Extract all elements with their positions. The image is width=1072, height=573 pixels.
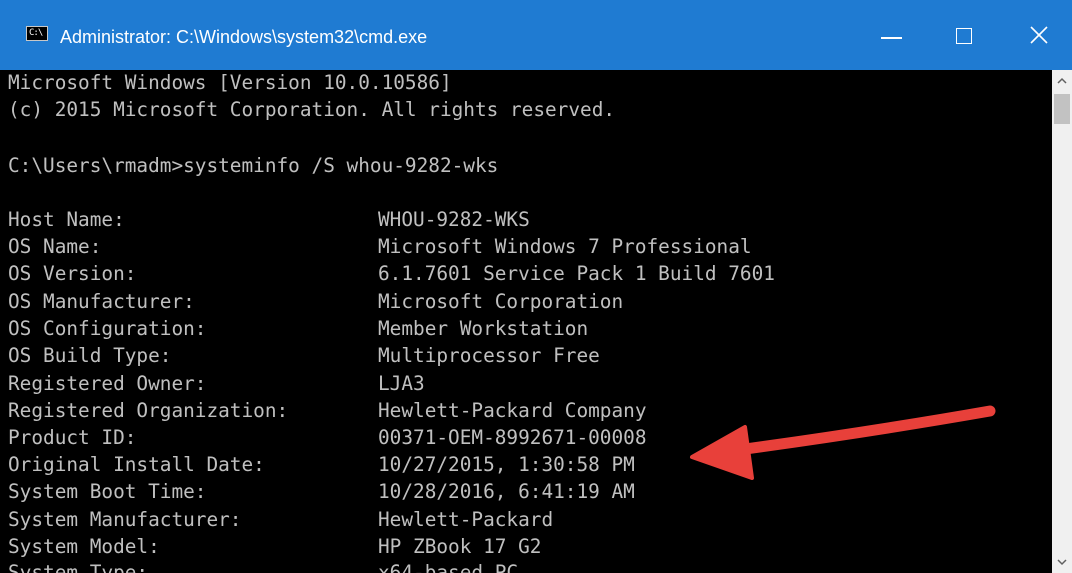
sysinfo-value: HP ZBook 17 G2 <box>378 535 542 558</box>
sysinfo-value: Hewlett-Packard Company <box>378 399 647 422</box>
close-icon <box>1030 26 1048 44</box>
sysinfo-value: Microsoft Corporation <box>378 290 624 313</box>
sysinfo-value: 6.1.7601 Service Pack 1 Build 7601 <box>378 262 775 285</box>
sysinfo-row: OS Build Type: Multiprocessor Free <box>8 342 600 370</box>
scroll-up-button[interactable] <box>1052 70 1072 92</box>
scroll-thumb[interactable] <box>1054 94 1070 124</box>
maximize-icon <box>956 28 972 44</box>
close-button[interactable] <box>1004 0 1072 70</box>
sysinfo-value: x64-based PC <box>378 561 519 573</box>
sysinfo-label: OS Build Type: <box>8 344 172 367</box>
sysinfo-value: WHOU-9282-WKS <box>378 208 530 231</box>
chevron-down-icon <box>1057 559 1067 566</box>
sysinfo-row: System Model: HP ZBook 17 G2 <box>8 533 541 561</box>
sysinfo-label: Original Install Date: <box>8 453 265 476</box>
sysinfo-label: System Manufacturer: <box>8 508 242 531</box>
sysinfo-row: Host Name: WHOU-9282-WKS <box>8 206 530 234</box>
chevron-up-icon <box>1057 77 1067 84</box>
sysinfo-row: OS Version: 6.1.7601 Service Pack 1 Build… <box>8 260 775 288</box>
sysinfo-row: System Type: x64-based PC <box>8 559 518 573</box>
minimize-button[interactable] <box>856 0 926 70</box>
minimize-icon <box>881 37 902 39</box>
vertical-scrollbar[interactable] <box>1052 70 1072 573</box>
console-output[interactable]: Microsoft Windows [Version 10.0.10586] (… <box>0 70 1052 573</box>
sysinfo-label: OS Version: <box>8 262 137 285</box>
sysinfo-row: Product ID: 00371-OEM-8992671-00008 <box>8 424 647 452</box>
sysinfo-row: OS Manufacturer: Microsoft Corporation <box>8 288 623 316</box>
cmd-icon-glyph: C:\ <box>29 28 43 38</box>
sysinfo-row-install-date: Original Install Date: 10/27/2015, 1:30:5… <box>8 451 635 479</box>
command-line: C:\Users\rmadm>systeminfo /S whou-9282-w… <box>8 154 499 177</box>
sysinfo-value: LJA3 <box>378 372 425 395</box>
sysinfo-value: Microsoft Windows 7 Professional <box>378 235 752 258</box>
sysinfo-label: Registered Organization: <box>8 399 289 422</box>
banner-line: Microsoft Windows [Version 10.0.10586] <box>8 71 452 94</box>
sysinfo-row: System Manufacturer: Hewlett-Packard <box>8 506 553 534</box>
sysinfo-value: 00371-OEM-8992671-00008 <box>378 426 647 449</box>
sysinfo-value: Multiprocessor Free <box>378 344 600 367</box>
window-title: Administrator: C:\Windows\system32\cmd.e… <box>60 27 428 47</box>
sysinfo-label: System Model: <box>8 535 160 558</box>
sysinfo-label: OS Configuration: <box>8 317 207 340</box>
sysinfo-label: System Type: <box>8 561 149 573</box>
sysinfo-value: 10/27/2015, 1:30:58 PM <box>378 453 635 476</box>
sysinfo-row: System Boot Time: 10/28/2016, 6:41:19 AM <box>8 478 635 506</box>
sysinfo-value: Member Workstation <box>378 317 589 340</box>
sysinfo-row: Registered Organization: Hewlett-Packard … <box>8 397 647 425</box>
cmd-icon[interactable]: C:\ <box>26 26 48 41</box>
sysinfo-label: Host Name: <box>8 208 125 231</box>
sysinfo-row: OS Configuration: Member Workstation <box>8 315 588 343</box>
sysinfo-label: System Boot Time: <box>8 480 207 503</box>
sysinfo-row: Registered Owner: LJA3 <box>8 370 425 398</box>
sysinfo-label: OS Name: <box>8 235 102 258</box>
scroll-down-button[interactable] <box>1052 551 1072 573</box>
maximize-button[interactable] <box>930 0 1000 70</box>
sysinfo-label: Product ID: <box>8 426 137 449</box>
title-bar[interactable]: C:\ Administrator: C:\Windows\system32\c… <box>0 0 1072 70</box>
sysinfo-label: OS Manufacturer: <box>8 290 195 313</box>
sysinfo-label: Registered Owner: <box>8 372 207 395</box>
sysinfo-value: 10/28/2016, 6:41:19 AM <box>378 480 635 503</box>
sysinfo-row: OS Name: Microsoft Windows 7 Professional <box>8 233 752 261</box>
sysinfo-value: Hewlett-Packard <box>378 508 554 531</box>
banner-line: (c) 2015 Microsoft Corporation. All righ… <box>8 98 616 121</box>
